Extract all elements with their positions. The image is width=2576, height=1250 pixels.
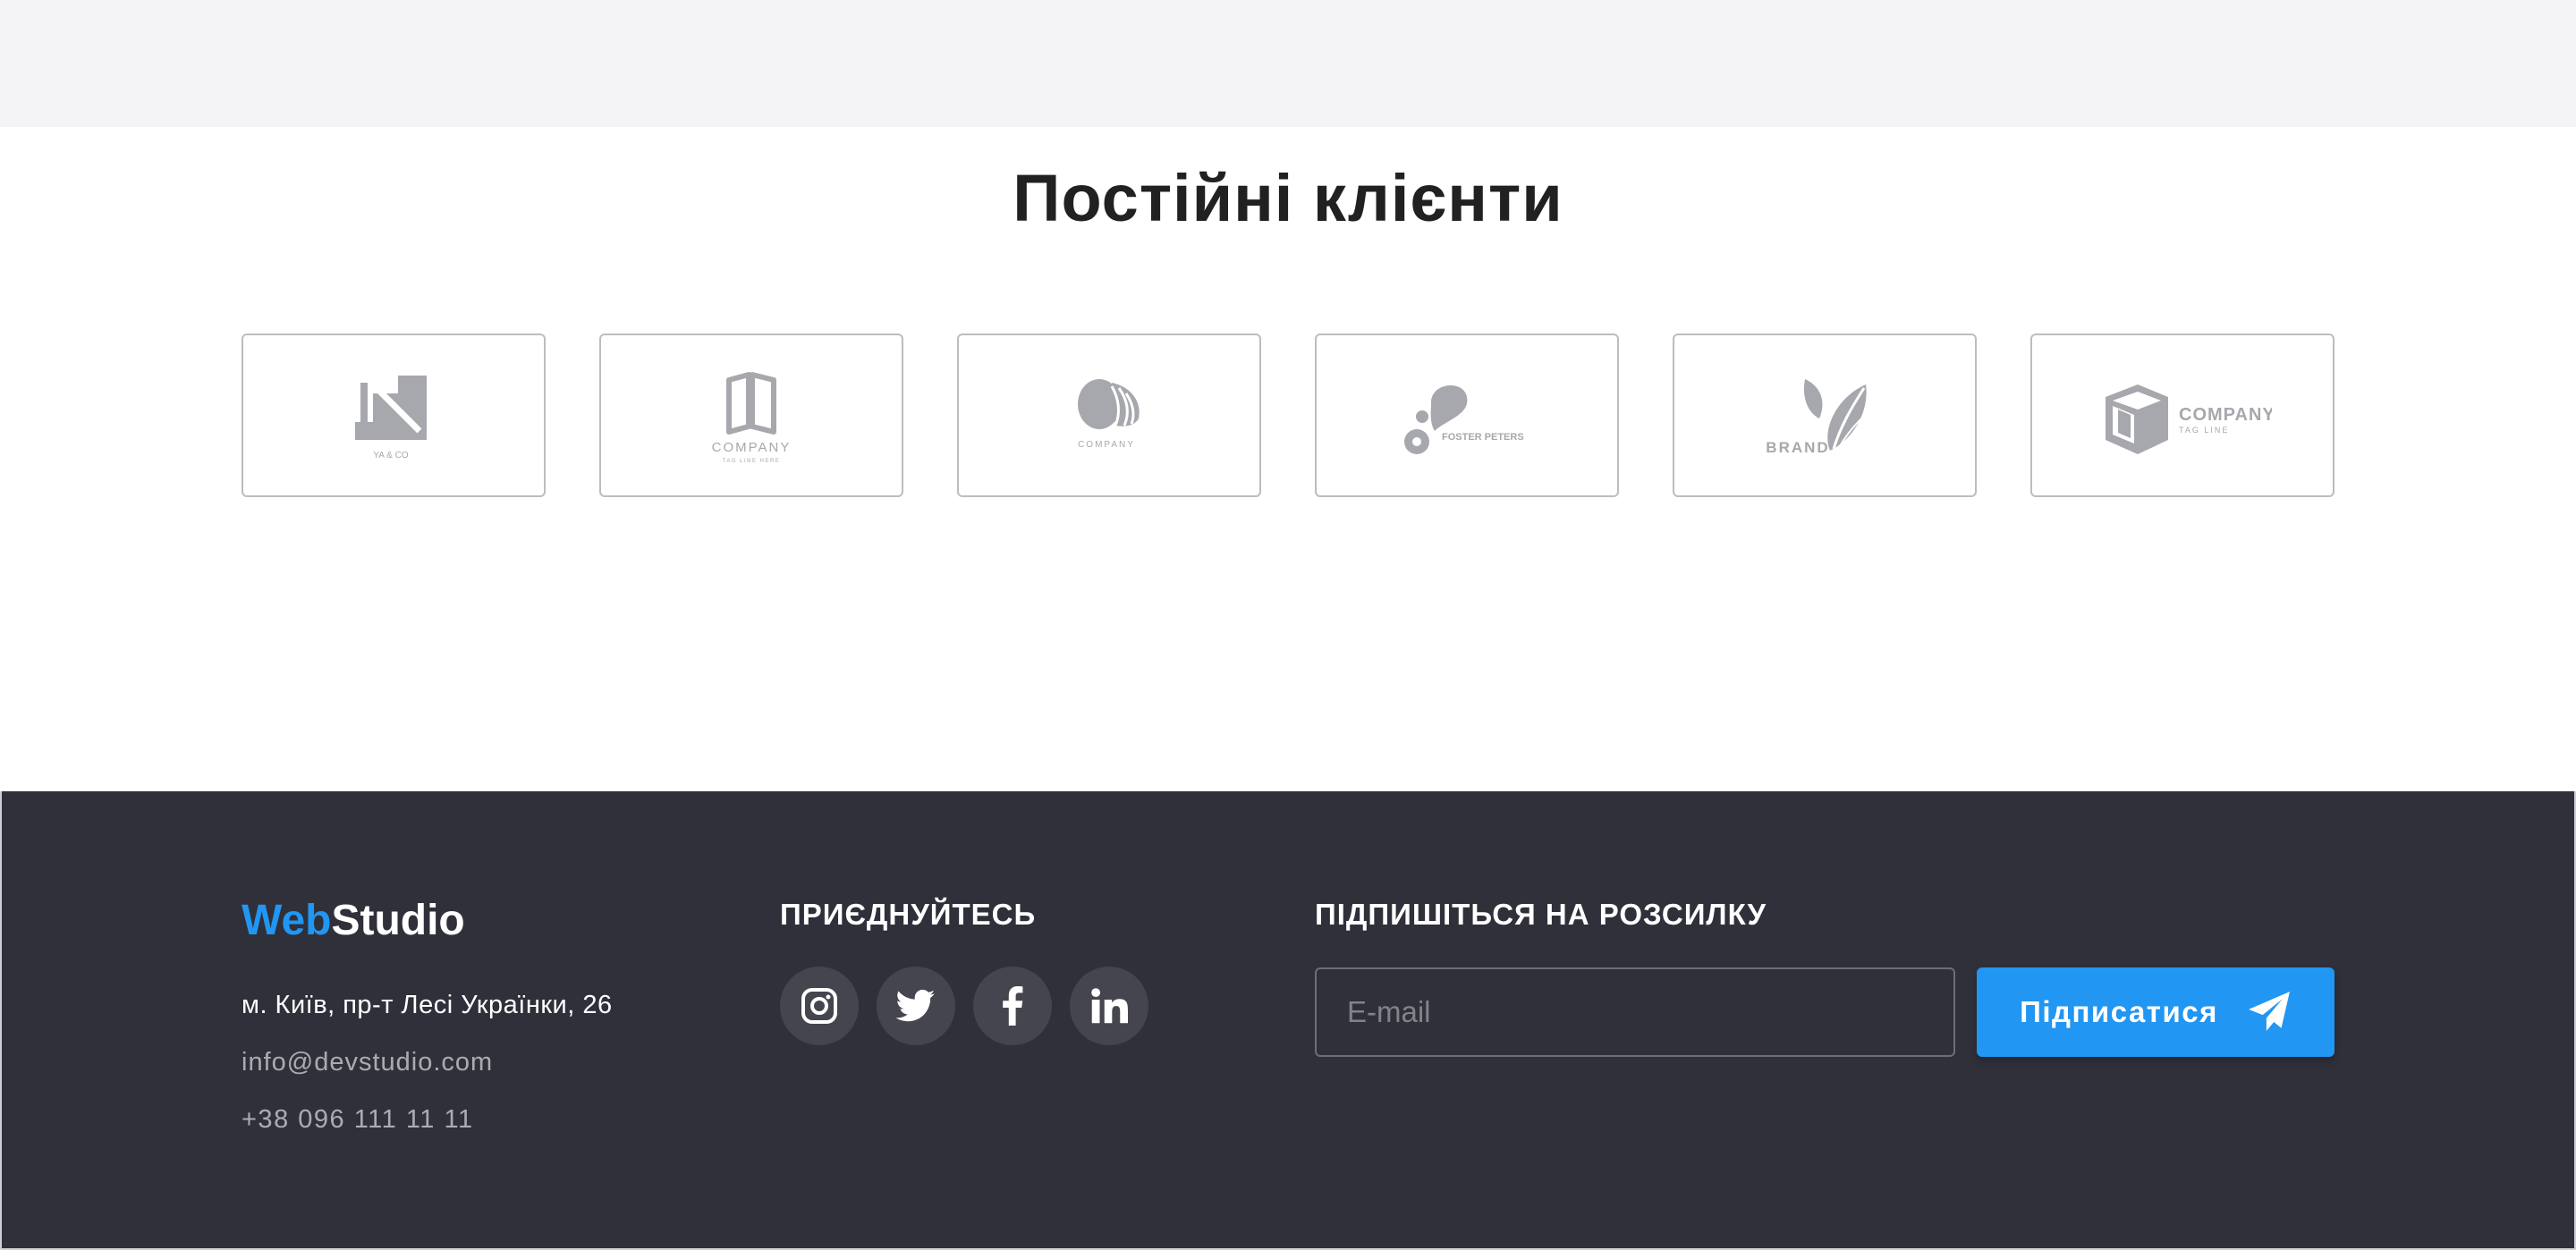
logo-subcaption: TAG LINE xyxy=(2179,426,2229,435)
ya-co-logo-icon: YA & CO xyxy=(355,375,427,460)
paper-plane-icon xyxy=(2248,992,2290,1031)
client-logo-card-2[interactable]: COMPANY TAG LINE HERE xyxy=(599,334,903,497)
clients-title: Постійні клієнти xyxy=(1013,161,1563,235)
logo-caption: YA & CO xyxy=(373,451,408,460)
footer-logo[interactable]: WebStudio xyxy=(242,899,465,942)
book-company-logo-icon: COMPANY TAG LINE HERE xyxy=(712,371,792,464)
subscribe-button[interactable]: Підписатися xyxy=(1977,967,2334,1057)
shell-company-logo-icon: COMPANY xyxy=(1078,378,1140,450)
subscribe-title: ПІДПИШІТЬСЯ НА РОЗСИЛКУ xyxy=(1315,898,1767,931)
logo-caption: COMPANY xyxy=(712,440,792,455)
previous-section-band xyxy=(0,0,2576,127)
client-logo-card-1[interactable]: YA & CO xyxy=(242,334,546,497)
footer-address: м. Київ, пр-т Лесі Українки, 26 xyxy=(242,991,613,1019)
linkedin-link[interactable] xyxy=(1070,967,1148,1045)
logo-caption: FOSTER PETERS xyxy=(1442,432,1524,443)
facebook-icon xyxy=(1003,986,1023,1026)
footer-email-link[interactable]: info@devstudio.com xyxy=(242,1048,493,1077)
logo-caption: COMPANY xyxy=(2179,405,2272,425)
twitter-link[interactable] xyxy=(877,967,955,1045)
cube-company-logo-icon: COMPANY TAG LINE xyxy=(2106,384,2272,454)
instagram-link[interactable] xyxy=(780,967,859,1045)
facebook-link[interactable] xyxy=(973,967,1052,1045)
logo-studio-part: Studio xyxy=(331,897,465,944)
logo-subcaption: TAG LINE HERE xyxy=(723,459,781,464)
logo-web-part: Web xyxy=(242,897,332,944)
foster-peters-logo-icon: FOSTER PETERS xyxy=(1404,384,1524,454)
client-logo-card-4[interactable]: FOSTER PETERS xyxy=(1315,334,1619,497)
client-logo-card-5[interactable]: BRAND xyxy=(1673,334,1977,497)
email-input[interactable] xyxy=(1315,967,1955,1057)
brand-leaves-logo-icon: BRAND xyxy=(1766,378,1868,456)
logo-caption: BRAND xyxy=(1766,439,1829,456)
logo-caption: COMPANY xyxy=(1078,440,1135,450)
twitter-icon xyxy=(896,989,936,1022)
subscribe-button-label: Підписатися xyxy=(2020,995,2218,1028)
client-logo-card-3[interactable]: COMPANY xyxy=(957,334,1261,497)
join-title: ПРИЄДНУЙТЕСЬ xyxy=(780,898,1037,931)
client-logo-card-6[interactable]: COMPANY TAG LINE xyxy=(2030,334,2334,497)
instagram-icon xyxy=(801,988,837,1024)
linkedin-icon xyxy=(1091,988,1128,1024)
footer-phone-link[interactable]: +38 096 111 11 11 xyxy=(242,1105,474,1135)
